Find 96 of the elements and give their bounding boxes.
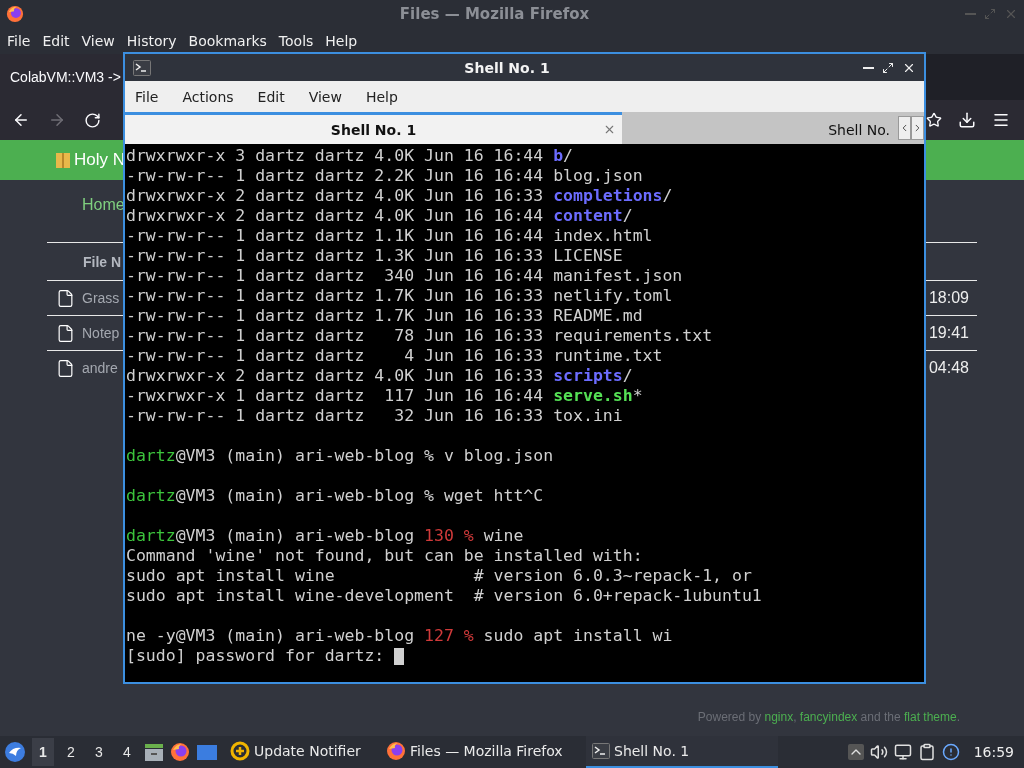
close-tab-button[interactable]	[603, 123, 616, 136]
file-cabinet-icon[interactable]	[144, 742, 164, 762]
menu-item[interactable]: Bookmarks	[188, 33, 267, 49]
menu-item[interactable]: Help	[325, 33, 358, 49]
terminal-line: -rw-rw-r-- 1 dartz dartz 340 Jun 16 16:44 manifest.json	[126, 266, 683, 286]
folder-icon	[56, 152, 70, 168]
minimize-icon	[863, 66, 874, 69]
modified-time: 04:48	[928, 359, 970, 377]
modified-time: 19:41	[928, 324, 970, 342]
text-cursor	[394, 647, 405, 665]
notification-icon[interactable]	[941, 743, 960, 761]
terminal-icon	[592, 743, 610, 759]
terminal-line: drwxrwxr-x 2 dartz dartz 4.0K Jun 16 16:33 scripts/	[126, 366, 633, 386]
window-icon[interactable]	[196, 743, 218, 761]
menu-icon	[992, 111, 1010, 129]
menu-item[interactable]: File	[135, 88, 159, 105]
start-menu-icon[interactable]	[4, 741, 26, 763]
terminal-line: drwxrwxr-x 3 dartz dartz 4.0K Jun 16 16:44 b/	[126, 146, 574, 166]
terminal-line: -rw-rw-r-- 1 dartz dartz 2.2K Jun 16 16:44 blog.json	[126, 166, 643, 186]
breadcrumb-link[interactable]: Home	[82, 196, 125, 214]
terminal-line: -rw-rw-r-- 1 dartz dartz 32 Jun 16 16:33 tox.ini	[126, 406, 623, 426]
speaker-icon[interactable]	[869, 743, 888, 761]
terminal-line: drwxrwxr-x 2 dartz dartz 4.0K Jun 16 16:33 completions/	[126, 186, 673, 206]
menu-item[interactable]: View	[81, 33, 115, 49]
menu-item[interactable]: View	[308, 88, 342, 105]
download-icon	[958, 111, 976, 129]
browser-logo-icon	[170, 742, 190, 762]
menu-item[interactable]: Edit	[257, 88, 285, 105]
terminal-line: dartz@VM3 (main) ari-web-blog 130 % wine	[126, 526, 524, 546]
browser-logo-icon	[6, 5, 24, 23]
reload-button[interactable]	[84, 111, 101, 129]
modified-time: 18:09	[928, 289, 970, 307]
footer-link[interactable]: fancyindex	[799, 710, 858, 724]
workspace-button[interactable]: 3	[88, 738, 110, 766]
terminal-line: [sudo] password for dartz:	[126, 646, 386, 666]
file-name-link[interactable]: Grass	[82, 290, 120, 306]
taskbar-button[interactable]: Files — Mozilla Firefox	[380, 736, 580, 768]
terminal-line: Command 'wine' not found, but can be installed with:	[126, 546, 643, 566]
window-title: Shell No. 1	[463, 59, 551, 76]
terminal-line: drwxrwxr-x 2 dartz dartz 4.0K Jun 16 16:44 content/	[126, 206, 633, 226]
clipboard-icon[interactable]	[917, 743, 936, 761]
terminal-line: -rw-rw-r-- 1 dartz dartz 78 Jun 16 16:33 requirements.txt	[126, 326, 713, 346]
workspace-button[interactable]: 1	[32, 738, 54, 766]
window-title: Files — Mozilla Firefox	[398, 5, 591, 23]
menu-item[interactable]: Edit	[42, 33, 70, 49]
terminal-line: dartz@VM3 (main) ari-web-blog % v blog.json	[126, 446, 554, 466]
close-icon	[603, 123, 616, 136]
terminal-line: -rwxrwxr-x 1 dartz dartz 117 Jun 16 16:44 serve.sh*	[126, 386, 643, 406]
menu-item[interactable]: History	[126, 33, 177, 49]
terminal-line: -rw-rw-r-- 1 dartz dartz 4 Jun 16 16:33 runtime.txt	[126, 346, 663, 366]
terminal-line: sudo apt install wine # version 6.0.3~repack-1, or	[126, 566, 752, 586]
menu-item[interactable]: File	[7, 33, 31, 49]
browser-tab[interactable]: ColabVM::VM3 ->	[0, 54, 125, 100]
menu-item[interactable]: Help	[365, 88, 398, 105]
maximize-icon	[984, 8, 996, 20]
taskbar-button[interactable]: Shell No. 1	[586, 736, 778, 768]
tray-expand-icon[interactable]	[847, 744, 864, 760]
maximize-button[interactable]	[882, 61, 894, 74]
clock: 16:59	[973, 744, 1014, 760]
minimize-icon	[965, 13, 976, 15]
update-icon	[230, 741, 250, 761]
workspace-button[interactable]: 2	[60, 738, 82, 766]
column-header[interactable]: File N	[83, 253, 122, 270]
terminal-line: -rw-rw-r-- 1 dartz dartz 1.7K Jun 16 16:33 README.md	[126, 306, 643, 326]
footer-link[interactable]: flat theme	[903, 710, 957, 724]
menu-button[interactable]	[992, 111, 1010, 129]
terminal-line: ne -y@VM3 (main) ari-web-blog 127 % sudo apt install wi	[126, 626, 673, 646]
file-name-link[interactable]: andre	[82, 360, 118, 376]
reload-icon	[84, 111, 101, 129]
forward-arrow-icon	[48, 111, 66, 129]
footer-text: Powered by nginx, fancyindex and the flat theme.	[697, 710, 960, 724]
file-icon	[56, 288, 75, 308]
maximize-icon	[882, 61, 894, 74]
close-icon	[1004, 7, 1018, 21]
bookmark-star-button[interactable]	[926, 112, 942, 128]
star-icon	[926, 112, 942, 128]
download-button[interactable]	[958, 111, 976, 129]
terminal-tab[interactable]: Shell No. 1	[125, 112, 622, 144]
minimize-button[interactable]	[863, 66, 874, 69]
taskbar-button[interactable]: Update Notifier	[224, 736, 374, 768]
browser-logo-icon	[386, 741, 406, 761]
terminal-line: dartz@VM3 (main) ari-web-blog % wget htt^C	[126, 486, 544, 506]
back-button[interactable]	[12, 111, 30, 129]
network-icon[interactable]	[893, 743, 912, 761]
file-name-link[interactable]: Notep	[82, 325, 120, 341]
terminal-line: -rw-rw-r-- 1 dartz dartz 1.3K Jun 16 16:33 LICENSE	[126, 246, 623, 266]
forward-button[interactable]	[48, 111, 66, 129]
file-icon	[56, 358, 75, 378]
menu-item[interactable]: Tools	[278, 33, 314, 49]
terminal-app-icon	[133, 59, 151, 76]
workspace-button[interactable]: 4	[116, 738, 138, 766]
menu-item[interactable]: Actions	[182, 88, 234, 105]
terminal-line: -rw-rw-r-- 1 dartz dartz 1.1K Jun 16 16:44 index.html	[126, 226, 653, 246]
file-icon	[56, 323, 75, 343]
terminal-line: -rw-rw-r-- 1 dartz dartz 1.7K Jun 16 16:33 netlify.toml	[126, 286, 673, 306]
terminal-line: sudo apt install wine-development # version 6.0+repack-1ubuntu1	[126, 586, 762, 606]
